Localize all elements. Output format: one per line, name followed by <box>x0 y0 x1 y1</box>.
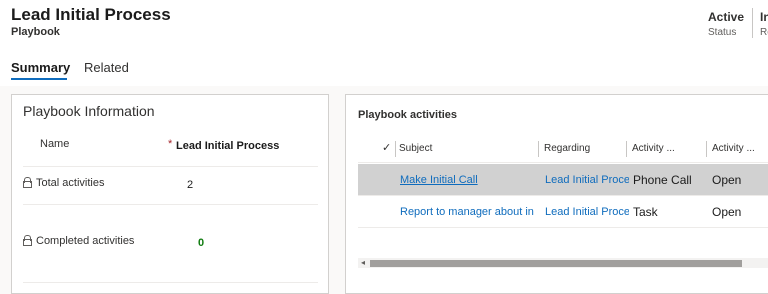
completed-activities-label-wrap: Completed activities <box>23 235 134 247</box>
lock-icon <box>23 235 32 246</box>
status-field: Active Status <box>708 10 744 38</box>
column-header-activity-type[interactable]: Activity ... <box>632 143 675 154</box>
column-divider <box>626 141 627 157</box>
next-label: Re <box>760 27 768 38</box>
tab-related[interactable]: Related <box>84 60 129 75</box>
name-field-row[interactable]: Name * Lead Initial Process <box>23 129 318 167</box>
tab-summary[interactable]: Summary <box>11 60 70 75</box>
regarding-link[interactable]: Lead Initial Proce <box>545 174 629 186</box>
lock-icon <box>23 177 32 188</box>
name-value[interactable]: Lead Initial Process <box>176 140 279 152</box>
scroll-left-arrow-icon[interactable]: ◂ <box>361 258 365 268</box>
activity-type-cell: Task <box>633 205 658 219</box>
next-field: In Re <box>760 10 768 38</box>
page-title: Lead Initial Process <box>11 5 171 24</box>
scrollbar-thumb[interactable] <box>370 260 742 267</box>
subject-link[interactable]: Report to manager about in <box>400 206 540 218</box>
record-header: Lead Initial Process Playbook Active Sta… <box>0 0 768 56</box>
completed-activities-value: 0 <box>198 237 205 249</box>
tab-bar: Summary Related <box>0 56 768 86</box>
column-header-activity-status[interactable]: Activity ... <box>712 143 755 154</box>
column-divider <box>706 141 707 157</box>
entity-name: Playbook <box>11 26 60 38</box>
activity-status-cell: Open <box>712 173 742 187</box>
next-value: In <box>760 10 768 24</box>
total-activities-row: Total activities 2 <box>23 167 318 205</box>
status-value: Active <box>708 10 745 24</box>
required-indicator: * <box>168 138 173 150</box>
table-row[interactable]: Report to manager about in Lead Initial … <box>358 196 768 228</box>
subject-link[interactable]: Make Initial Call <box>400 174 536 186</box>
column-divider <box>395 141 396 157</box>
select-all-checkmark-icon[interactable]: ✓ <box>382 141 391 154</box>
status-label: Status <box>708 27 737 38</box>
horizontal-scrollbar[interactable]: ◂ <box>358 258 768 268</box>
name-label: Name <box>40 138 70 150</box>
column-divider <box>538 141 539 157</box>
total-activities-label-wrap: Total activities <box>23 177 104 189</box>
subgrid-title: Playbook activities <box>358 109 458 121</box>
playbook-activities-section: Playbook activities ✓ Subject Regarding … <box>345 94 768 294</box>
column-header-regarding[interactable]: Regarding <box>544 143 590 154</box>
header-divider <box>752 8 753 38</box>
completed-activities-label: Completed activities <box>36 235 135 247</box>
column-header-subject[interactable]: Subject <box>399 143 432 154</box>
active-tab-indicator <box>11 78 67 80</box>
section-title: Playbook Information <box>23 103 155 119</box>
total-activities-label: Total activities <box>36 177 105 189</box>
total-activities-value: 2 <box>187 179 194 191</box>
activity-type-cell: Phone Call <box>633 173 692 187</box>
activity-status-cell: Open <box>712 205 742 219</box>
regarding-link[interactable]: Lead Initial Proce <box>545 206 629 218</box>
completed-activities-row: Completed activities 0 <box>23 205 318 283</box>
table-row[interactable]: Make Initial Call Lead Initial Proce Pho… <box>358 164 768 196</box>
grid-header: ✓ Subject Regarding Activity ... Activit… <box>358 133 768 163</box>
playbook-information-section: Playbook Information Name * Lead Initial… <box>11 94 329 294</box>
